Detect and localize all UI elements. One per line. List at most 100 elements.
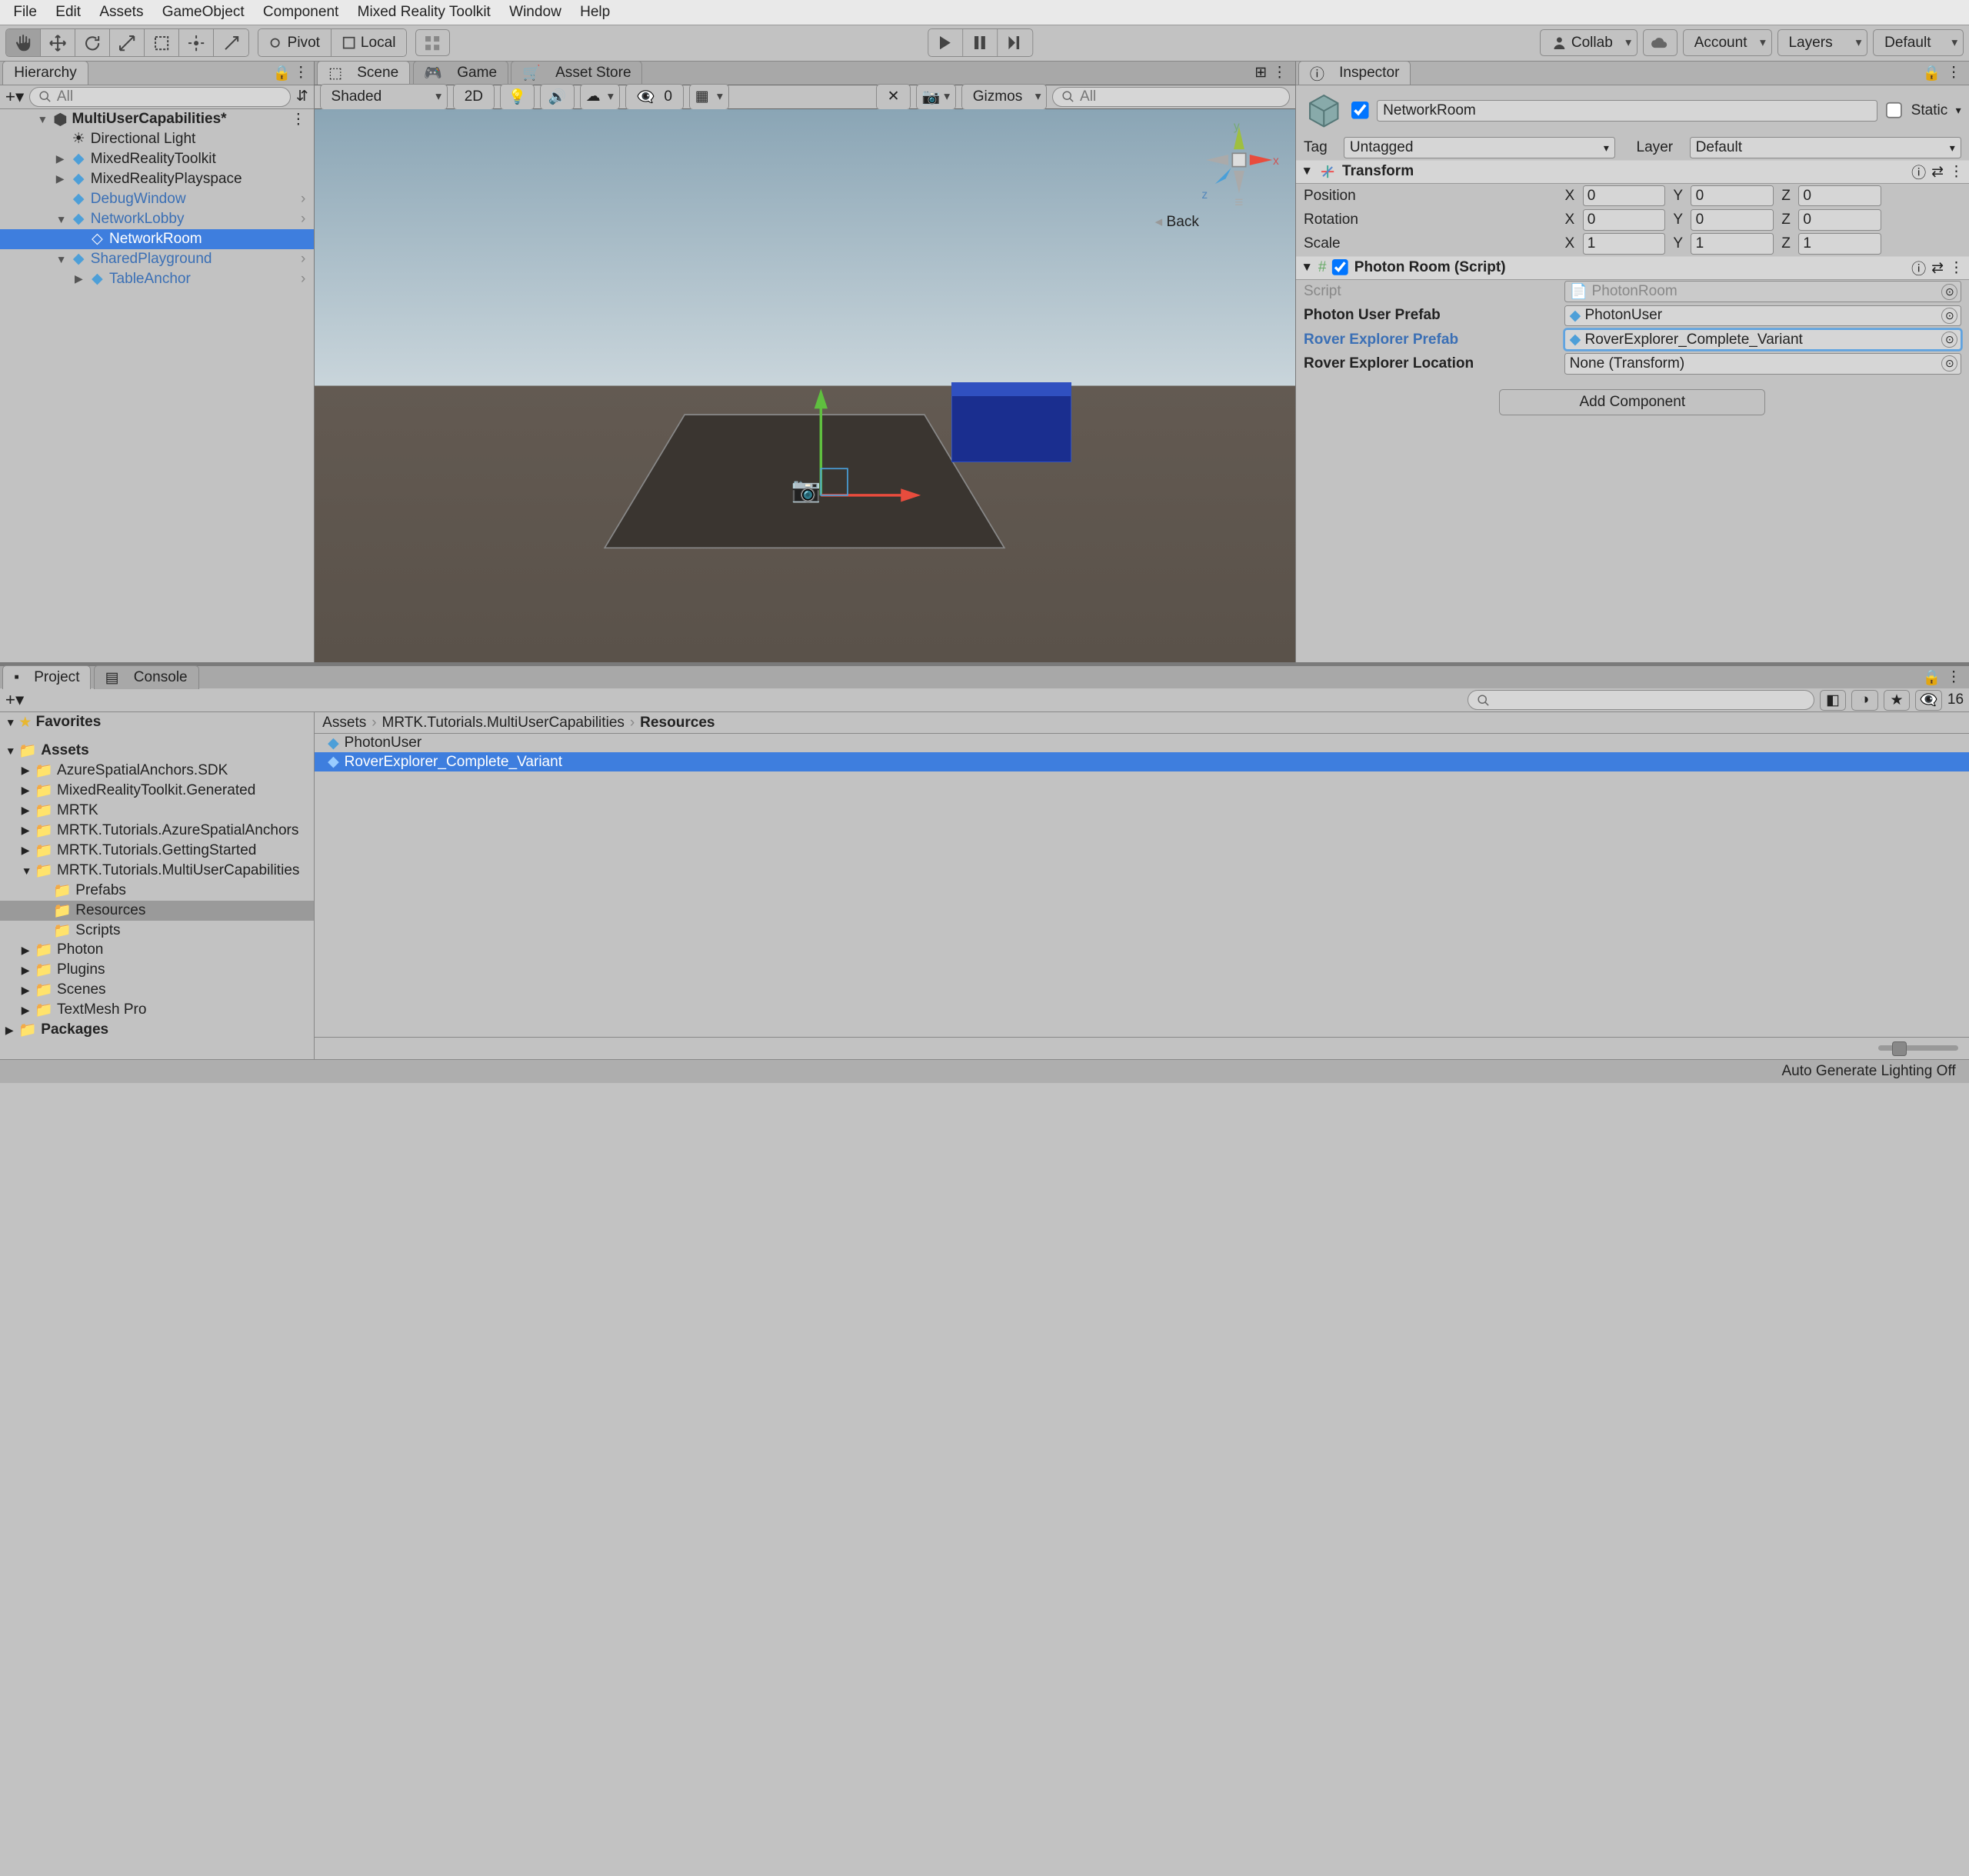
console-tab[interactable]: ▤ Console [94, 665, 199, 689]
game-tab[interactable]: 🎮 Game [413, 61, 508, 85]
object-picker-icon[interactable]: ⊙ [1941, 355, 1957, 372]
folder-row[interactable]: ▶📁 MixedRealityToolkit.Generated [0, 781, 314, 801]
help-icon[interactable]: ⓘ [1911, 162, 1926, 182]
hand-tool[interactable] [6, 29, 41, 56]
layers-dropdown[interactable]: Layers [1777, 29, 1868, 56]
user-prefab-field[interactable]: ◆PhotonUser⊙ [1564, 305, 1961, 327]
audio-toggle[interactable]: 🔊 [540, 84, 575, 111]
reset-icon[interactable]: ⇄ [1931, 163, 1944, 181]
rover-location-field[interactable]: None (Transform)⊙ [1564, 353, 1961, 375]
breadcrumb-item[interactable]: MRTK.Tutorials.MultiUserCapabilities [382, 715, 625, 731]
object-picker-icon[interactable]: ⊙ [1941, 332, 1957, 348]
hierarchy-item[interactable]: ▶ ◆ TableAnchor › [0, 269, 314, 289]
favorites-row[interactable]: ▼★ Favorites [0, 712, 314, 732]
transform-tool[interactable] [179, 29, 214, 56]
rot-z[interactable]: 0 [1798, 209, 1881, 231]
hierarchy-tab[interactable]: Hierarchy [2, 61, 88, 85]
help-icon[interactable]: ⓘ [1911, 258, 1926, 278]
folder-row[interactable]: ▶📁 AzureSpatialAnchors.SDK [0, 761, 314, 781]
scale-y[interactable]: 1 [1691, 233, 1773, 255]
hierarchy-item[interactable]: ◆ DebugWindow › [0, 189, 314, 209]
local-toggle[interactable]: Local [331, 29, 406, 56]
gameobject-name-field[interactable]: NetworkRoom [1377, 100, 1877, 122]
pivot-toggle[interactable]: Pivot [258, 29, 331, 56]
folder-row[interactable]: ▼📁 MRTK.Tutorials.MultiUserCapabilities [0, 861, 314, 881]
camera-dropdown[interactable]: 📷 [916, 84, 956, 111]
rotate-tool[interactable] [75, 29, 110, 56]
scale-tool[interactable] [110, 29, 145, 56]
scene-tab[interactable]: ⬚ Scene [317, 61, 410, 85]
scene-search[interactable]: All [1052, 87, 1289, 107]
filter-label-icon[interactable]: ◑ [1851, 690, 1878, 711]
pos-y[interactable]: 0 [1691, 185, 1773, 207]
packages-row[interactable]: ▶📁 Packages [0, 1020, 314, 1040]
object-picker-icon[interactable]: ⊙ [1941, 284, 1957, 300]
folder-row[interactable]: 📁 Prefabs [0, 881, 314, 901]
hierarchy-item[interactable]: ▼ ◆ NetworkLobby › [0, 209, 314, 229]
account-dropdown[interactable]: Account [1683, 29, 1772, 56]
orientation-gizmo[interactable]: y x z ≡ ◂ Back [1199, 120, 1279, 227]
tab-menu-icon[interactable]: ⋮ [1272, 64, 1287, 82]
hierarchy-item[interactable]: ▶ ◆ MixedRealityPlayspace [0, 169, 314, 189]
rot-x[interactable]: 0 [1583, 209, 1665, 231]
hierarchy-item[interactable]: ▼ ◆ SharedPlayground › [0, 249, 314, 269]
folder-row[interactable]: ▶📁 Scenes [0, 980, 314, 1000]
folder-row[interactable]: ▶📁 MRTK [0, 801, 314, 821]
asset-item-selected[interactable]: ◆RoverExplorer_Complete_Variant [315, 752, 1969, 771]
custom-tool[interactable] [214, 29, 248, 56]
hierarchy-item[interactable]: ▶ ◆ MixedRealityToolkit [0, 149, 314, 169]
status-text[interactable]: Auto Generate Lighting Off [1781, 1063, 1955, 1080]
cloud-button[interactable] [1643, 29, 1677, 56]
add-component-button[interactable]: Add Component [1499, 389, 1765, 416]
gizmos-dropdown[interactable]: Gizmos [961, 84, 1048, 111]
scale-z[interactable]: 1 [1798, 233, 1881, 255]
photon-room-header[interactable]: ▼ # Photon Room (Script) ⓘ ⇄ ⋮ [1296, 256, 1969, 280]
scene-menu-icon[interactable]: ⋮ [291, 111, 313, 128]
menu-window[interactable]: Window [501, 4, 570, 21]
context-menu-icon[interactable]: ⋮ [294, 64, 308, 82]
project-menu-icon[interactable]: ⋮ [1947, 668, 1961, 687]
breadcrumb-item[interactable]: Resources [640, 715, 715, 731]
assets-root-row[interactable]: ▼📁 Assets [0, 741, 314, 761]
lock-icon[interactable]: 🔒 [273, 64, 292, 82]
inspector-menu-icon[interactable]: ⋮ [1947, 64, 1961, 82]
menu-assets[interactable]: Assets [92, 4, 152, 21]
component-menu-icon[interactable]: ⋮ [1949, 163, 1964, 181]
folder-row[interactable]: 📁 Scripts [0, 921, 314, 941]
menu-edit[interactable]: Edit [48, 4, 89, 21]
lighting-toggle[interactable]: 💡 [500, 84, 535, 111]
rover-prefab-field[interactable]: ◆RoverExplorer_Complete_Variant⊙ [1564, 329, 1961, 351]
hidden-count[interactable]: 👁‍🗨 0 [625, 84, 684, 111]
hierarchy-search[interactable]: All [29, 87, 291, 107]
hierarchy-item-selected[interactable]: ◇ NetworkRoom [0, 229, 314, 249]
breadcrumb-item[interactable]: Assets [322, 715, 366, 731]
project-tab[interactable]: ▪ Project [2, 665, 91, 689]
thumbnail-size-slider[interactable] [1878, 1045, 1958, 1051]
inspector-tab[interactable]: ⓘ Inspector [1298, 61, 1411, 85]
layer-dropdown[interactable]: Default▾ [1690, 137, 1961, 158]
shading-mode-dropdown[interactable]: Shaded [320, 84, 448, 111]
rot-y[interactable]: 0 [1691, 209, 1773, 231]
create-dropdown[interactable]: +▾ [5, 87, 24, 107]
scale-x[interactable]: 1 [1583, 233, 1665, 255]
folder-row[interactable]: ▶📁 TextMesh Pro [0, 1000, 314, 1020]
play-button[interactable] [928, 29, 963, 56]
menu-mrtk[interactable]: Mixed Reality Toolkit [349, 4, 498, 21]
active-checkbox[interactable] [1351, 102, 1369, 119]
step-button[interactable] [998, 29, 1032, 56]
filter-type-icon[interactable]: ◧ [1820, 690, 1847, 711]
pos-x[interactable]: 0 [1583, 185, 1665, 207]
tools-icon[interactable]: ✕ [876, 84, 911, 111]
move-tool[interactable] [41, 29, 75, 56]
menu-gameobject[interactable]: GameObject [154, 4, 252, 21]
folder-row[interactable]: ▶📁 Plugins [0, 960, 314, 980]
grid-dropdown[interactable]: ▦ [689, 84, 729, 111]
hierarchy-sort-icon[interactable]: ⇵ [296, 88, 308, 105]
hierarchy-item[interactable]: ☀ Directional Light [0, 129, 314, 149]
pos-z[interactable]: 0 [1798, 185, 1881, 207]
folder-row[interactable]: ▶📁 Photon [0, 941, 314, 961]
transform-header[interactable]: ▼ Transform ⓘ ⇄ ⋮ [1296, 160, 1969, 184]
object-picker-icon[interactable]: ⊙ [1941, 308, 1957, 324]
hidden-packages-icon[interactable]: 👁‍🗨 [1915, 690, 1942, 711]
pause-button[interactable] [963, 29, 998, 56]
